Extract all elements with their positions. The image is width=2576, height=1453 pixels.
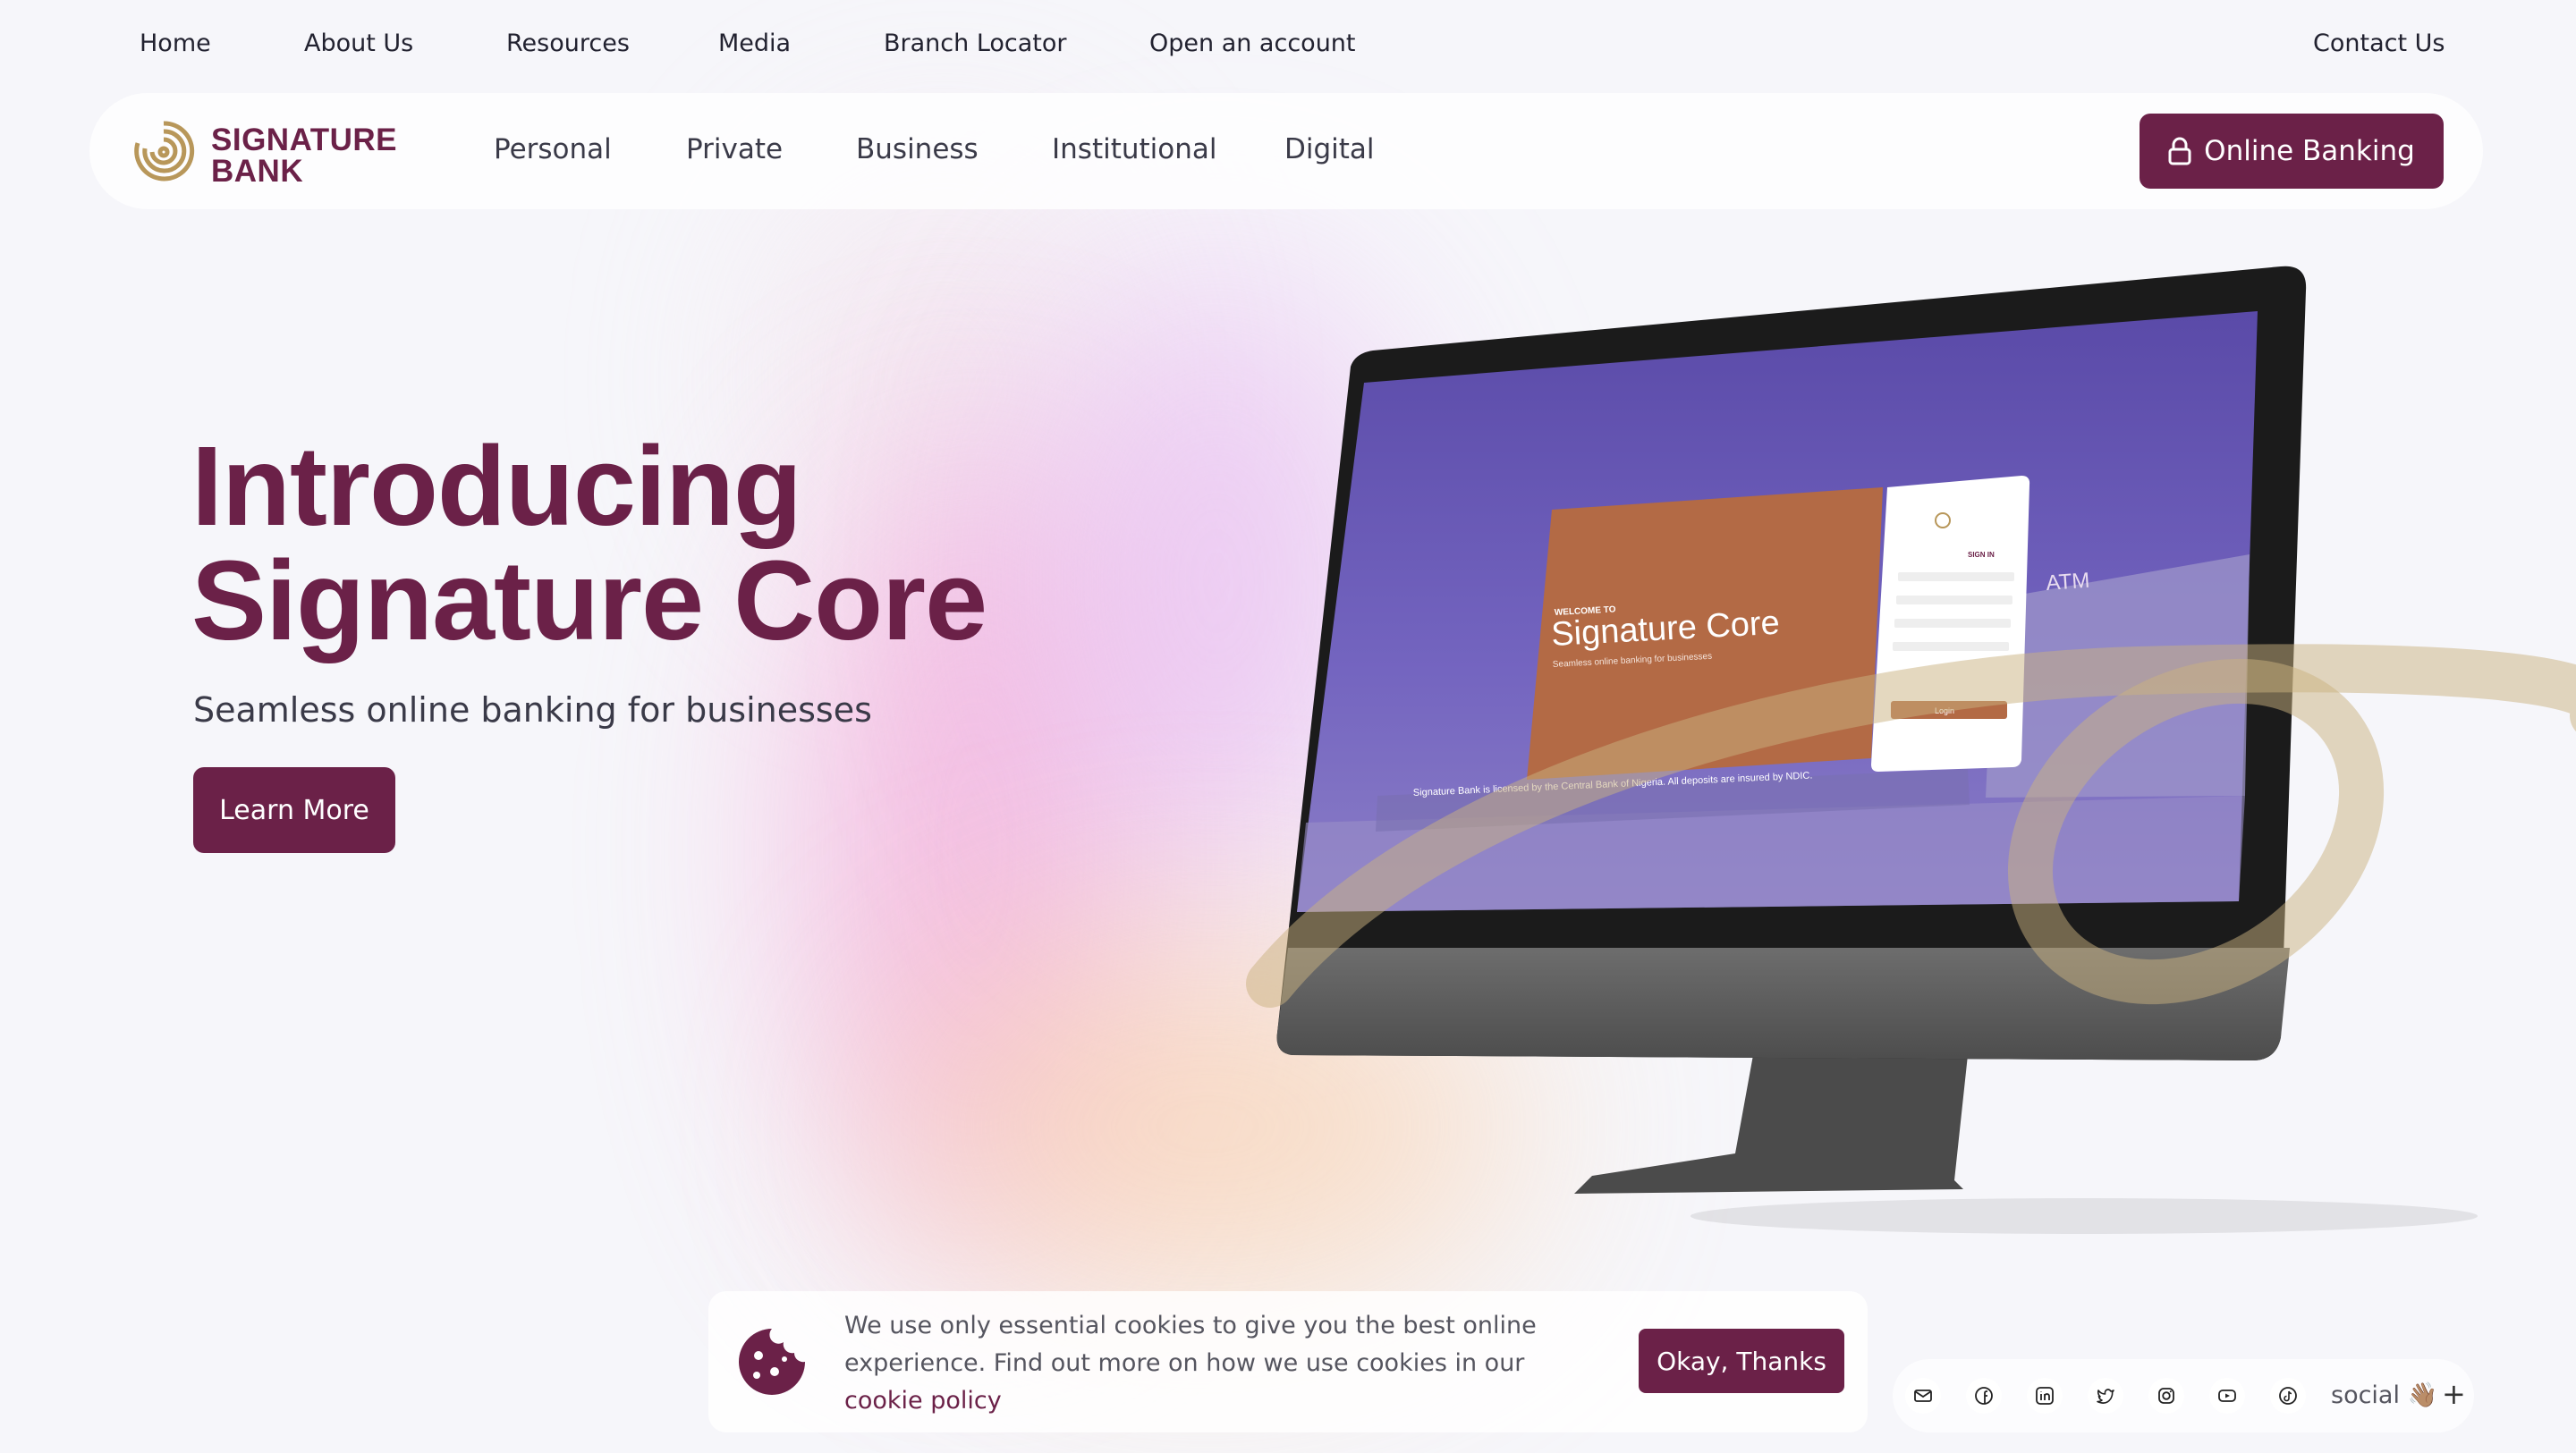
accept-cookies-button[interactable]: Okay, Thanks bbox=[1639, 1329, 1844, 1393]
cookie-banner: We use only essential cookies to give yo… bbox=[708, 1291, 1868, 1432]
linkedin-icon[interactable] bbox=[2027, 1378, 2063, 1414]
online-banking-button[interactable]: Online Banking bbox=[2140, 114, 2444, 189]
svg-text:SIGN IN: SIGN IN bbox=[1968, 551, 1995, 559]
monitor-illustration: ATM WELCOME TO Signature Core Seamless o… bbox=[1246, 266, 2576, 1234]
nav-business[interactable]: Business bbox=[856, 133, 979, 165]
expand-plus-icon[interactable]: + bbox=[2442, 1377, 2466, 1411]
nav-open-account[interactable]: Open an account bbox=[1149, 30, 1356, 57]
nav-institutional[interactable]: Institutional bbox=[1052, 133, 1217, 165]
social-bar: social 👋🏽 + bbox=[1893, 1359, 2474, 1432]
svg-text:ATM: ATM bbox=[2046, 569, 2091, 596]
brand-logo[interactable]: SIGNATURE BANK bbox=[132, 115, 419, 189]
learn-more-button[interactable]: Learn More bbox=[193, 767, 395, 853]
instagram-icon[interactable] bbox=[2148, 1378, 2184, 1414]
cookie-message: We use only essential cookies to give yo… bbox=[844, 1312, 1537, 1415]
nav-about-us[interactable]: About Us bbox=[304, 30, 413, 57]
hero-title: Introducing Signature Core bbox=[191, 423, 987, 663]
main-nav: SIGNATURE BANK Personal Private Business… bbox=[89, 93, 2483, 209]
nav-home[interactable]: Home bbox=[140, 30, 211, 57]
online-banking-label: Online Banking bbox=[2204, 135, 2415, 167]
hero-subtitle: Seamless online banking for businesses bbox=[193, 690, 872, 730]
nav-media[interactable]: Media bbox=[718, 30, 791, 57]
nav-resources[interactable]: Resources bbox=[506, 30, 630, 57]
nav-personal[interactable]: Personal bbox=[494, 133, 612, 165]
utility-nav: Home About Us Resources Media Branch Loc… bbox=[0, 0, 2576, 89]
social-label: social 👋🏽 bbox=[2331, 1381, 2438, 1409]
twitter-icon[interactable] bbox=[2088, 1378, 2123, 1414]
logo-mark-icon bbox=[134, 121, 195, 182]
facebook-icon[interactable] bbox=[1966, 1378, 2002, 1414]
nav-digital[interactable]: Digital bbox=[1284, 133, 1375, 165]
nav-private[interactable]: Private bbox=[686, 133, 783, 165]
mail-icon[interactable] bbox=[1905, 1378, 1941, 1414]
nav-branch-locator[interactable]: Branch Locator bbox=[884, 30, 1067, 57]
lock-icon bbox=[2168, 137, 2191, 165]
cookie-policy-link[interactable]: cookie policy bbox=[844, 1387, 1002, 1415]
brand-name: SIGNATURE BANK bbox=[211, 122, 398, 189]
tiktok-icon[interactable] bbox=[2270, 1378, 2306, 1414]
youtube-icon[interactable] bbox=[2209, 1378, 2245, 1414]
cookie-icon bbox=[739, 1329, 805, 1395]
nav-contact-us[interactable]: Contact Us bbox=[2313, 30, 2445, 57]
